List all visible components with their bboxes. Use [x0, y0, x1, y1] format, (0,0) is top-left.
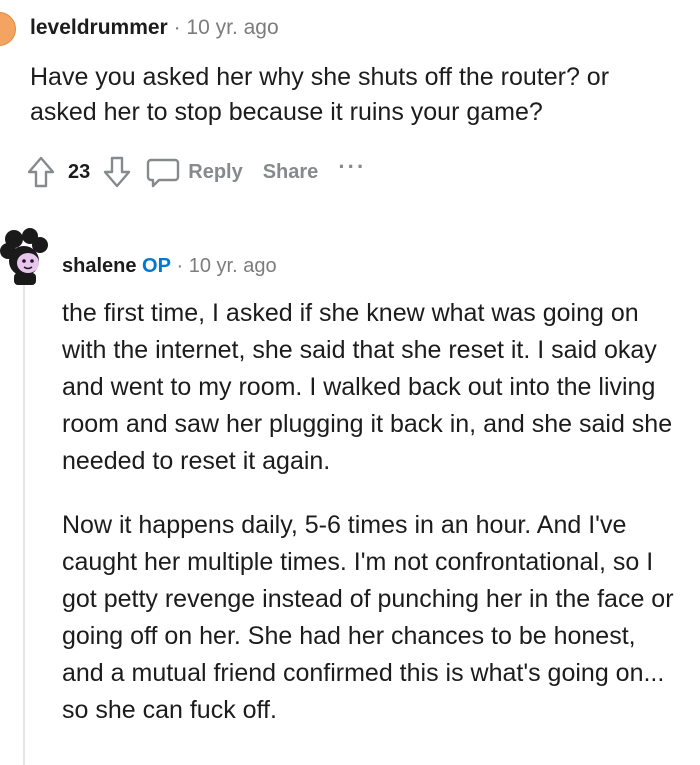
downvote-arrow-icon[interactable]: [102, 155, 132, 189]
comment-bubble-icon: [146, 156, 180, 188]
comment-body: Have you asked her why she shuts off the…: [30, 60, 680, 130]
upvote-arrow-icon[interactable]: [26, 155, 56, 189]
avatar[interactable]: [0, 12, 16, 46]
reply-label: Reply: [188, 160, 243, 183]
op-badge: OP: [142, 255, 171, 277]
comment-meta: shalene OP · 10 yr. ago: [62, 253, 277, 279]
share-button[interactable]: Share: [257, 161, 325, 184]
comment-actions: 23 Reply Share ···: [26, 152, 372, 192]
comment-leveldrummer: leveldrummer · 10 yr. ago Have you asked…: [0, 0, 700, 205]
comment-shalene: shalene OP · 10 yr. ago the first time, …: [0, 215, 700, 765]
username-link[interactable]: shalene: [62, 255, 136, 277]
comment-timestamp[interactable]: 10 yr. ago: [189, 255, 277, 277]
comment-timestamp[interactable]: 10 yr. ago: [186, 16, 278, 39]
meta-separator: ·: [173, 16, 181, 39]
reply-button[interactable]: Reply: [140, 156, 248, 188]
meta-separator: ·: [176, 255, 184, 277]
comment-body: the first time, I asked if she knew what…: [62, 295, 682, 756]
comment-paragraph: Now it happens daily, 5-6 times in an ho…: [62, 511, 674, 724]
avatar-snoo-icon[interactable]: [0, 227, 50, 287]
comment-text: Have you asked her why she shuts off the…: [30, 63, 610, 126]
thread-line[interactable]: [23, 285, 25, 765]
vote-count: 23: [68, 160, 91, 183]
username-link[interactable]: leveldrummer: [30, 16, 168, 39]
comment-paragraph: the first time, I asked if she knew what…: [62, 299, 673, 475]
more-options-icon[interactable]: ···: [332, 154, 372, 180]
comment-meta: leveldrummer · 10 yr. ago: [30, 15, 279, 41]
